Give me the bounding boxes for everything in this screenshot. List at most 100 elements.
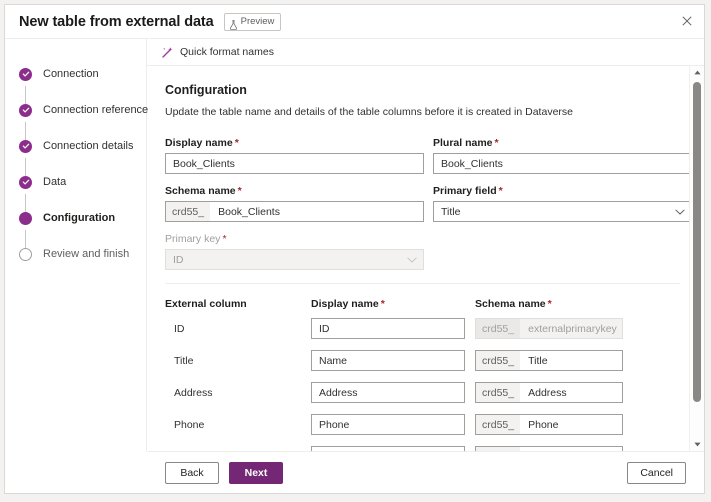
required-marker: * — [495, 137, 499, 149]
table-row: PhonePhonecrd55_Phone — [165, 413, 680, 436]
step-pending-icon — [19, 248, 32, 261]
table-row: TitleNamecrd55_Title — [165, 349, 680, 372]
row-schema-prefix: crd55_ — [476, 319, 520, 338]
preview-badge: Preview — [224, 13, 282, 31]
dialog-footer: Back Next Cancel — [147, 451, 704, 493]
external-column-name: Address — [165, 387, 311, 399]
row-schema-value: Phone — [520, 419, 558, 431]
plural-name-label: Plural name* — [433, 137, 692, 149]
row-schema-name-input[interactable]: crd55_Title — [475, 350, 623, 371]
page-title: New table from external data — [19, 14, 214, 30]
back-button[interactable]: Back — [165, 462, 219, 484]
sidebar-step-data[interactable]: Data — [5, 164, 146, 200]
section-divider — [165, 283, 680, 284]
footer-right-actions: Cancel — [627, 462, 686, 484]
scroll-down-button[interactable] — [690, 438, 704, 451]
header-display-name: Display name* — [311, 298, 465, 310]
row-display-name-input[interactable]: Name — [311, 350, 465, 371]
row-schema-prefix: crd55_ — [476, 351, 520, 370]
display-name-input[interactable]: Book_Clients — [165, 153, 424, 174]
required-marker: * — [238, 185, 242, 197]
main-pane: Quick format names Configuration Update … — [147, 39, 704, 451]
external-column-name: Title — [165, 355, 311, 367]
close-button[interactable] — [672, 7, 702, 35]
row-display-name-input[interactable]: ID — [311, 318, 465, 339]
step-complete-icon — [19, 68, 32, 81]
primary-key-value: ID — [173, 254, 184, 266]
row-schema-name-input[interactable]: crd55_Phone — [475, 414, 623, 435]
row-schema-name-input[interactable]: crd55_Address — [475, 382, 623, 403]
primary-field-label: Primary field* — [433, 185, 692, 197]
sidebar-step-configuration[interactable]: Configuration — [5, 200, 146, 236]
primary-field-select[interactable]: Title — [433, 201, 692, 222]
step-complete-icon — [19, 140, 32, 153]
chevron-down-icon — [407, 254, 417, 266]
table-row: IDIDcrd55_externalprimarykey — [165, 317, 680, 340]
schema-name-cell: crd55_Phone — [475, 414, 623, 435]
primary-field-value: Title — [441, 206, 460, 218]
vertical-scrollbar[interactable] — [689, 66, 704, 451]
magic-wand-icon — [161, 46, 174, 59]
primary-key-field: Primary key* ID — [165, 233, 424, 270]
quick-format-names-button[interactable]: Quick format names — [161, 46, 274, 59]
next-button[interactable]: Next — [229, 462, 283, 484]
header-schema-name: Schema name* — [475, 298, 623, 310]
sidebar-step-label: Connection details — [43, 140, 134, 152]
external-column-name: Phone — [165, 419, 311, 431]
schema-name-cell: crd55_Address — [475, 382, 623, 403]
close-icon — [682, 16, 692, 26]
sidebar-step-review-and-finish[interactable]: Review and finish — [5, 236, 146, 272]
column-table-header: External column Display name* Schema nam… — [165, 298, 680, 310]
sidebar-step-label: Data — [43, 176, 66, 188]
sidebar-step-connection-reference[interactable]: Connection reference — [5, 92, 146, 128]
row-display-name-input[interactable]: Address — [311, 382, 465, 403]
sidebar-step-connection-details[interactable]: Connection details — [5, 128, 146, 164]
schema-name-cell: crd55_Title — [475, 350, 623, 371]
scrollbar-thumb[interactable] — [693, 82, 701, 402]
dialog-body: Connection Connection reference Connection… — [5, 39, 704, 451]
name-fields-row: Display name* Book_Clients Plural name* … — [165, 137, 680, 174]
quick-actions-bar: Quick format names — [147, 39, 704, 66]
sidebar-step-label: Configuration — [43, 212, 115, 224]
display-name-cell: Phone — [311, 414, 465, 435]
schema-name-input[interactable]: crd55_ Book_Clients — [165, 201, 424, 222]
schema-name-cell: crd55_externalprimarykey — [475, 318, 623, 339]
row-schema-value: Address — [520, 387, 567, 399]
row-schema-prefix: crd55_ — [476, 415, 520, 434]
preview-label: Preview — [241, 16, 275, 27]
row-schema-prefix: crd55_ — [476, 383, 520, 402]
primary-key-select: ID — [165, 249, 424, 270]
header-external-column: External column — [165, 298, 311, 310]
primary-key-row: Primary key* ID — [165, 233, 680, 270]
schema-name-value: Book_Clients — [210, 206, 280, 218]
plural-name-input[interactable]: Book_Clients — [433, 153, 692, 174]
row-display-name-input[interactable]: Phone — [311, 414, 465, 435]
display-name-cell: Address — [311, 382, 465, 403]
row-schema-name-input: crd55_externalprimarykey — [475, 318, 623, 339]
schema-name-label: Schema name* — [165, 185, 424, 197]
display-name-cell: ID — [311, 318, 465, 339]
caret-down-icon — [694, 442, 701, 447]
required-marker: * — [381, 298, 385, 310]
step-complete-icon — [19, 176, 32, 189]
configuration-content: Configuration Update the table name and … — [147, 66, 704, 451]
wizard-steps-sidebar: Connection Connection reference Connection… — [5, 39, 147, 451]
display-name-label: Display name* — [165, 137, 424, 149]
sidebar-step-label: Connection — [43, 68, 99, 80]
quick-format-names-label: Quick format names — [180, 46, 274, 58]
scroll-up-button[interactable] — [690, 66, 704, 79]
step-complete-icon — [19, 104, 32, 117]
sidebar-step-label: Review and finish — [43, 248, 129, 260]
title-bar: New table from external data Preview — [5, 5, 704, 39]
primary-key-label: Primary key* — [165, 233, 424, 245]
sidebar-step-connection[interactable]: Connection — [5, 56, 146, 92]
display-name-field: Display name* Book_Clients — [165, 137, 424, 174]
cancel-button[interactable]: Cancel — [627, 462, 686, 484]
footer-spacer — [5, 451, 147, 493]
schema-prefix: crd55_ — [166, 202, 210, 221]
column-table-body: IDIDcrd55_externalprimarykeyTitleNamecrd… — [165, 317, 680, 451]
row-schema-value: externalprimarykey — [520, 323, 617, 335]
row-schema-value: Title — [520, 355, 547, 367]
footer-left-actions: Back Next — [165, 462, 283, 484]
required-marker: * — [548, 298, 552, 310]
